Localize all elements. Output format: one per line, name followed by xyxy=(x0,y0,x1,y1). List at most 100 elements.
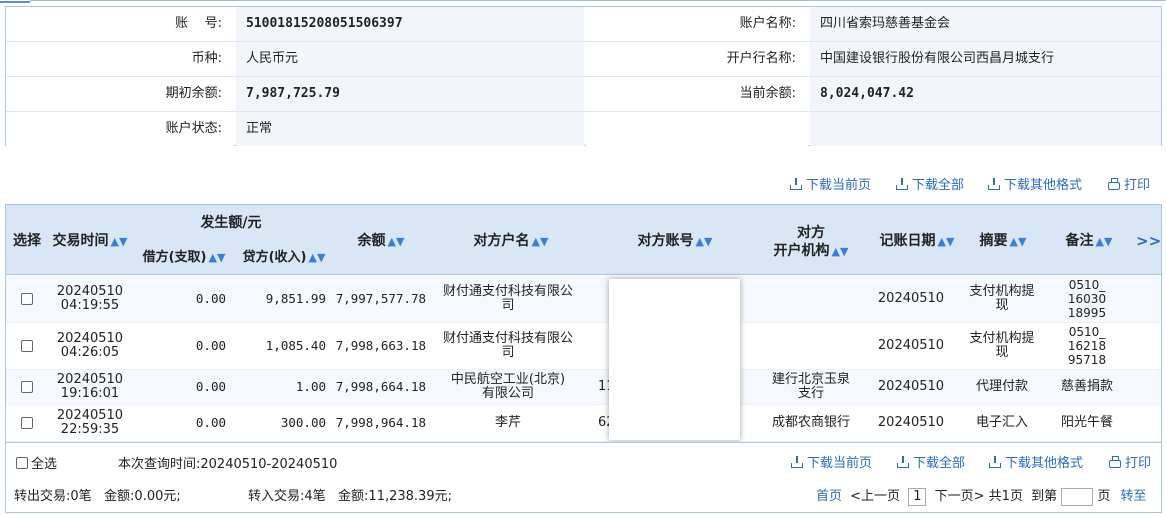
row-debit: 0.00 xyxy=(195,379,226,394)
row-counterparty-name: 中民航空工业(北京) 有限公司 xyxy=(434,370,582,404)
header-summary-label: 摘要 xyxy=(979,233,1008,249)
print-link[interactable]: 打印 xyxy=(1108,174,1150,193)
download-other-link-bottom[interactable]: 下载其他格式 xyxy=(989,452,1083,471)
sort-arrows-icon[interactable]: ▲▼ xyxy=(696,235,713,248)
pagination: 首页 <上一页 1 下一页> 共1页 到第 页 转至 xyxy=(816,485,1147,506)
header-counterparty-name-label: 对方户名 xyxy=(473,233,530,249)
row-bank-line2: 支行 xyxy=(797,386,824,401)
print-label: 打印 xyxy=(1125,456,1152,471)
row-checkbox[interactable] xyxy=(20,405,34,441)
account-no-value: 51001815208051506397 xyxy=(236,7,584,41)
row-name-line2: 司 xyxy=(501,298,515,313)
header-post-date[interactable]: 记账日期 ▲▼ xyxy=(876,232,958,251)
checkbox-box[interactable] xyxy=(21,381,33,393)
row-remark: 0510_ 16030 18995 xyxy=(1052,276,1122,322)
header-balance[interactable]: 余额 ▲▼ xyxy=(346,232,416,251)
header-counterparty-account[interactable]: 对方账号 ▲▼ xyxy=(620,232,730,251)
header-summary[interactable]: 摘要 ▲▼ xyxy=(970,232,1036,251)
header-debit-label: 借方(支取) xyxy=(142,250,207,265)
download-all-link[interactable]: 下载全部 xyxy=(896,174,964,193)
download-other-label: 下载其他格式 xyxy=(1005,456,1084,471)
row-remark: 慈善捐款 xyxy=(1052,370,1122,404)
table-row[interactable]: 20240510 19:16:01 0.00 1.00 7,998,664.18 … xyxy=(6,370,1161,405)
current-page-box[interactable]: 1 xyxy=(908,487,927,506)
sort-arrows-icon[interactable]: ▲▼ xyxy=(208,251,225,264)
account-row-4: 账户状态: 正常 xyxy=(6,112,1161,147)
row-counterparty-name: 财付通支付科技有限公司 xyxy=(434,323,582,369)
row-counterparty-bank: 建行北京玉泉 支行 xyxy=(766,370,856,404)
header-remark[interactable]: 备注 ▲▼ xyxy=(1056,232,1122,251)
current-balance-value: 8,024,047.42 xyxy=(810,77,1161,111)
total-pages: 共1页 xyxy=(988,489,1023,504)
first-page-link[interactable]: 首页 xyxy=(816,489,842,504)
row-checkbox[interactable] xyxy=(20,323,34,369)
download-other-link[interactable]: 下载其他格式 xyxy=(988,174,1082,193)
account-no-label: 账 号: xyxy=(6,7,234,41)
header-bank-line2: 开户机构 xyxy=(773,243,830,259)
row-remark-line1: 阳光午餐 xyxy=(1060,415,1113,430)
sort-arrows-icon[interactable]: ▲▼ xyxy=(388,235,405,248)
header-counterparty-account-label: 对方账号 xyxy=(637,233,694,249)
header-time-label: 交易时间 xyxy=(52,233,109,249)
header-time[interactable]: 交易时间 ▲▼ xyxy=(50,232,130,251)
more-columns-button[interactable]: >> xyxy=(1136,232,1161,250)
row-post-date: 20240510 xyxy=(877,291,945,306)
top-tab-strip xyxy=(0,0,1166,4)
row-remark-line3: 95718 xyxy=(1067,353,1107,367)
sort-arrows-icon[interactable]: ▲▼ xyxy=(111,235,128,248)
print-link-bottom[interactable]: 打印 xyxy=(1109,452,1151,471)
row-credit: 300.00 xyxy=(280,415,326,430)
sort-arrows-icon[interactable]: ▲▼ xyxy=(308,251,325,264)
download-all-label: 下载全部 xyxy=(912,178,965,193)
table-row[interactable]: 20240510 04:26:05 0.00 1,085.40 7,998,663… xyxy=(6,323,1161,370)
row-time: 20240510 19:16:01 xyxy=(50,370,130,404)
currency-value: 人民币元 xyxy=(236,42,584,76)
checkbox-box[interactable] xyxy=(21,340,33,352)
next-page-link[interactable]: 下一页> xyxy=(935,489,985,504)
table-row[interactable]: 20240510 04:19:55 0.00 9,851.99 7,997,577… xyxy=(6,276,1161,323)
header-debit[interactable]: 借方(支取) ▲▼ xyxy=(134,249,234,267)
download-page-link[interactable]: 下载当前页 xyxy=(790,174,871,193)
transactions-table: 选择 交易时间 ▲▼ 发生额/元 借方(支取) ▲▼ 贷方(收入) ▲▼ 余额 ▲▼ 对… xyxy=(5,204,1162,442)
checkbox-box[interactable] xyxy=(21,417,33,429)
table-row[interactable]: 20240510 22:59:35 0.00 300.00 7,998,964.1… xyxy=(6,405,1161,442)
download-icon xyxy=(790,177,802,190)
header-bank-line1: 对方 xyxy=(797,225,825,241)
sort-arrows-icon[interactable]: ▲▼ xyxy=(1096,235,1113,248)
row-summary: 电子汇入 xyxy=(966,405,1038,441)
empty-value xyxy=(810,112,1161,146)
row-time-text: 22:59:35 xyxy=(60,422,120,437)
top-toolbar: 下载当前页 下载全部 下载其他格式 打印 xyxy=(0,174,1166,194)
header-credit-label: 贷方(收入) xyxy=(242,250,307,265)
sort-arrows-icon[interactable]: ▲▼ xyxy=(1010,235,1027,248)
header-counterparty-bank[interactable]: 对方 开户机构 ▲▼ xyxy=(766,224,856,261)
download-all-link-bottom[interactable]: 下载全部 xyxy=(897,452,965,471)
row-summary-line1: 支付机构提 xyxy=(969,284,1035,299)
prev-page-link[interactable]: <上一页 xyxy=(850,489,900,504)
table-header: 选择 交易时间 ▲▼ 发生额/元 借方(支取) ▲▼ 贷方(收入) ▲▼ 余额 ▲▼ 对… xyxy=(6,205,1161,275)
header-counterparty-name[interactable]: 对方户名 ▲▼ xyxy=(456,232,566,251)
row-counterparty-name: 财付通支付科技有限公司 xyxy=(434,276,582,322)
account-name-label: 账户名称: xyxy=(586,7,808,41)
row-date-text: 20240510 xyxy=(56,331,124,346)
tab-divider xyxy=(30,0,1166,1)
row-time: 20240510 04:19:55 xyxy=(50,276,130,322)
download-page-link-bottom[interactable]: 下载当前页 xyxy=(791,452,872,471)
row-summary-line2: 现 xyxy=(995,298,1009,313)
row-remark: 阳光午餐 xyxy=(1052,405,1122,441)
row-time: 20240510 22:59:35 xyxy=(50,405,130,441)
sort-arrows-icon[interactable]: ▲▼ xyxy=(938,235,955,248)
jump-button[interactable]: 转至 xyxy=(1121,489,1147,504)
row-name-line2: 司 xyxy=(501,345,515,360)
row-checkbox[interactable] xyxy=(20,370,34,404)
account-name-value: 四川省索玛慈善基金会 xyxy=(810,7,1161,41)
header-credit[interactable]: 贷方(收入) ▲▼ xyxy=(234,249,334,267)
goto-page-input[interactable] xyxy=(1061,487,1094,506)
row-checkbox[interactable] xyxy=(20,276,34,322)
row-debit: 0.00 xyxy=(195,291,226,306)
download-icon xyxy=(896,177,908,190)
bank-label: 开户行名称: xyxy=(586,42,808,76)
sort-arrows-icon[interactable]: ▲▼ xyxy=(532,235,549,248)
sort-arrows-icon[interactable]: ▲▼ xyxy=(832,245,849,258)
checkbox-box[interactable] xyxy=(21,293,33,305)
